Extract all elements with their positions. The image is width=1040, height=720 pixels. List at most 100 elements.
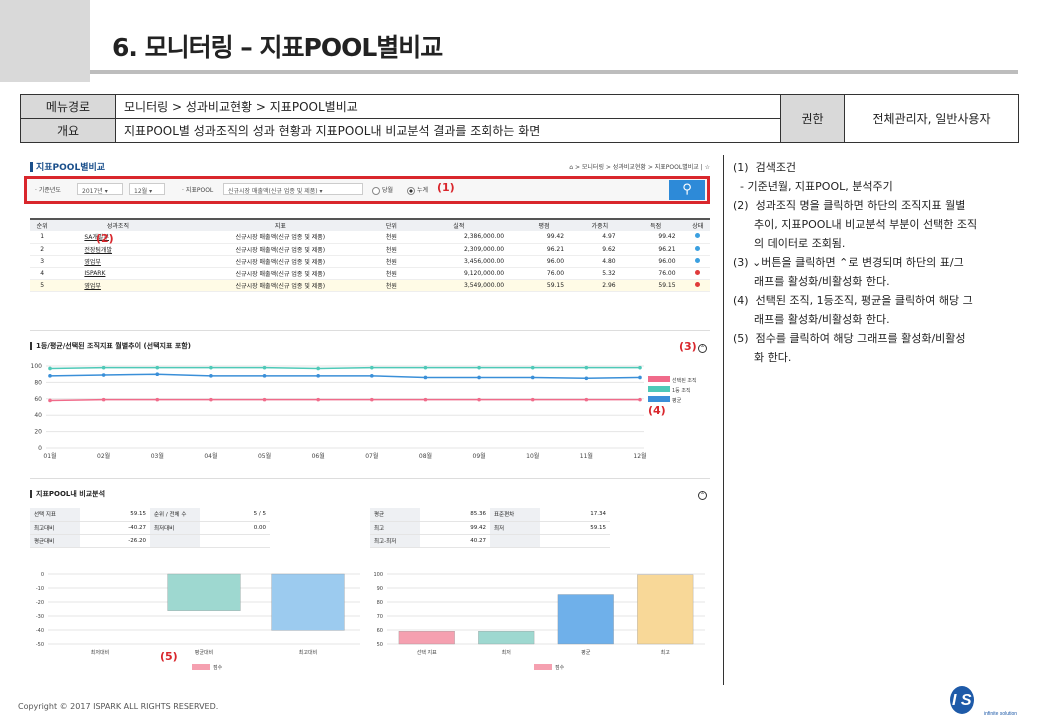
status-cell [685, 231, 710, 244]
x-tick-label: 최저대비 [91, 649, 109, 656]
legend-label[interactable]: 1등 조직 [672, 387, 691, 394]
data-point [101, 397, 106, 402]
note-line: (3) ⌄버튼을 클릭하면 ⌃로 변경되며 하단의 표/그 [733, 256, 964, 269]
page-title: 6. 모니터링 – 지표POOL별비교 [112, 33, 443, 62]
table-cell[interactable]: 영업부 [54, 279, 182, 292]
x-tick-label: 최저 [502, 649, 511, 656]
corner-block [0, 0, 90, 82]
screen-title: 지표POOL별비교 [36, 163, 106, 173]
table-cell[interactable]: ISPARK [54, 267, 182, 280]
data-point [48, 366, 52, 371]
collapse-toggle-icon[interactable]: ⌃ [698, 344, 707, 353]
month-select[interactable]: 12월 ▾ [129, 183, 165, 195]
data-point [584, 397, 589, 402]
table-cell: 96.00 [514, 255, 575, 268]
status-cell [685, 267, 710, 280]
kv-value [540, 534, 610, 548]
radio-cumulative[interactable]: 누계 [407, 185, 428, 195]
table-row[interactable]: 3 영업부 신규시장 매출액(신규 업종 및 제품) 천원 3,456,000.00 96… [30, 255, 710, 268]
series-line [49, 366, 640, 370]
table-cell: 99.42 [625, 231, 686, 244]
table-cell: 천원 [379, 231, 404, 244]
x-tick-label: 03월 [151, 452, 164, 460]
table-row[interactable]: 5 영업부 신규시장 매출액(신규 업종 및 제품) 천원 3,549,000.00 59… [30, 279, 710, 292]
table-cell[interactable]: SA개발부 [54, 231, 182, 244]
table-cell: 4 [30, 267, 55, 280]
table-cell: 5 [30, 279, 55, 292]
pool-select[interactable]: 신규시장 매출액(신규 업종 및 제품) ▾ [223, 183, 363, 195]
legend-swatch[interactable] [534, 664, 552, 670]
year-select[interactable]: 2017년 ▾ [77, 183, 123, 195]
title-underline [90, 70, 1018, 74]
data-point [370, 397, 374, 402]
collapse-toggle-icon-2[interactable]: ⌃ [698, 491, 707, 500]
x-tick-label: 11월 [580, 452, 593, 460]
data-point [423, 397, 428, 402]
kv-value: 99.42 [420, 521, 490, 535]
kv-value: 0.00 [200, 521, 270, 535]
table-cell: 99.42 [514, 231, 575, 244]
trend-chart: 0 20 40 60 80 100 01월 02월 03월 04월 05월 06월 07월 08월 09월 1… [31, 363, 697, 460]
x-tick-label: 04월 [204, 452, 217, 460]
legend-swatch[interactable] [648, 396, 670, 402]
table-cell: 5.32 [574, 267, 626, 280]
kv-value: 5 / 5 [200, 508, 270, 522]
x-tick-label: 07월 [365, 452, 378, 460]
bar [167, 573, 241, 611]
legend-swatch[interactable] [648, 376, 670, 382]
table-cell: 천원 [379, 255, 404, 268]
radio-monthly[interactable]: 당월 [372, 185, 393, 195]
status-dot [695, 245, 701, 251]
table-cell: 신규시장 매출액(신규 업종 및 제품) [181, 267, 380, 280]
table-cell: 4.80 [574, 255, 626, 268]
x-tick-label: 평균대비 [195, 649, 213, 656]
table-cell[interactable]: 전장팀개발 [54, 243, 182, 256]
legend-swatch[interactable] [192, 664, 210, 670]
data-point [584, 376, 589, 381]
data-point [209, 365, 213, 370]
x-tick-label: 10월 [526, 452, 539, 460]
bar [398, 631, 455, 645]
table-cell: 천원 [379, 243, 404, 256]
x-tick-label: 08월 [419, 452, 432, 460]
legend-label[interactable]: 점수 [213, 664, 223, 671]
radio-icon [372, 186, 380, 195]
pool-label: · 지표POOL [182, 187, 214, 194]
y-tick-label: -50 [36, 642, 44, 648]
y-tick-label: 70 [377, 614, 383, 620]
x-tick-label: 06월 [312, 452, 325, 460]
table-row[interactable]: 4 ISPARK 신규시장 매출액(신규 업종 및 제품) 천원 9,120,000.0… [30, 267, 710, 280]
table-cell: 신규시장 매출액(신규 업종 및 제품) [181, 279, 380, 292]
legend-label[interactable]: 점수 [555, 664, 565, 671]
trend-title: 1등/평균/선택된 조직지표 월별추이 (선택지표 포함) [36, 342, 191, 350]
overview-label: 개요 [20, 118, 116, 143]
table-cell[interactable]: 영업부 [54, 255, 182, 268]
table-row[interactable]: 2 전장팀개발 신규시장 매출액(신규 업종 및 제품) 천원 2,309,000.00… [30, 243, 710, 256]
table-cell: 76.00 [625, 267, 686, 280]
y-tick-label: 0 [38, 445, 42, 452]
note-line: (1) 검색조건 [733, 161, 797, 174]
search-button[interactable]: ⚲ [669, 180, 705, 200]
overview-text: 지표POOL별 성과조직의 성과 현황과 지표POOL내 비교분석 결과를 조회… [115, 118, 781, 143]
kv-value [200, 534, 270, 548]
bar [637, 574, 694, 645]
screen-mockup: 지표POOL별비교 ⌂ > 모니터링 > 성과비교현황 > 지표POOL별비교 … [20, 156, 710, 676]
kv-value: -26.20 [80, 534, 150, 548]
table-cell: 신규시장 매출액(신규 업종 및 제품) [181, 231, 380, 244]
table-row[interactable]: 1 SA개발부 신규시장 매출액(신규 업종 및 제품) 천원 2,386,000.00… [30, 231, 710, 244]
x-tick-label: 평균 [581, 649, 591, 656]
legend-label[interactable]: 평균 [672, 397, 682, 404]
menu-path: 모니터링 > 성과비교현황 > 지표POOL별비교 [115, 94, 781, 119]
menu-label: 메뉴경로 [20, 94, 116, 119]
breadcrumb[interactable]: ⌂ > 모니터링 > 성과비교현황 > 지표POOL별비교 | ☆ [569, 162, 710, 171]
kv-row: 선택 지표 59.15 순위 / 전체 수5 / 5 [30, 508, 270, 522]
auth-label: 권한 [780, 94, 845, 143]
radio-checked-icon [407, 186, 415, 195]
divider [723, 155, 724, 685]
legend-swatch[interactable] [648, 386, 670, 392]
data-point [209, 397, 213, 402]
legend-label[interactable]: 선택된 조직 [672, 377, 697, 384]
data-point [423, 375, 428, 380]
marker-3: (3) [679, 340, 697, 353]
y-tick-label: -30 [36, 614, 44, 620]
